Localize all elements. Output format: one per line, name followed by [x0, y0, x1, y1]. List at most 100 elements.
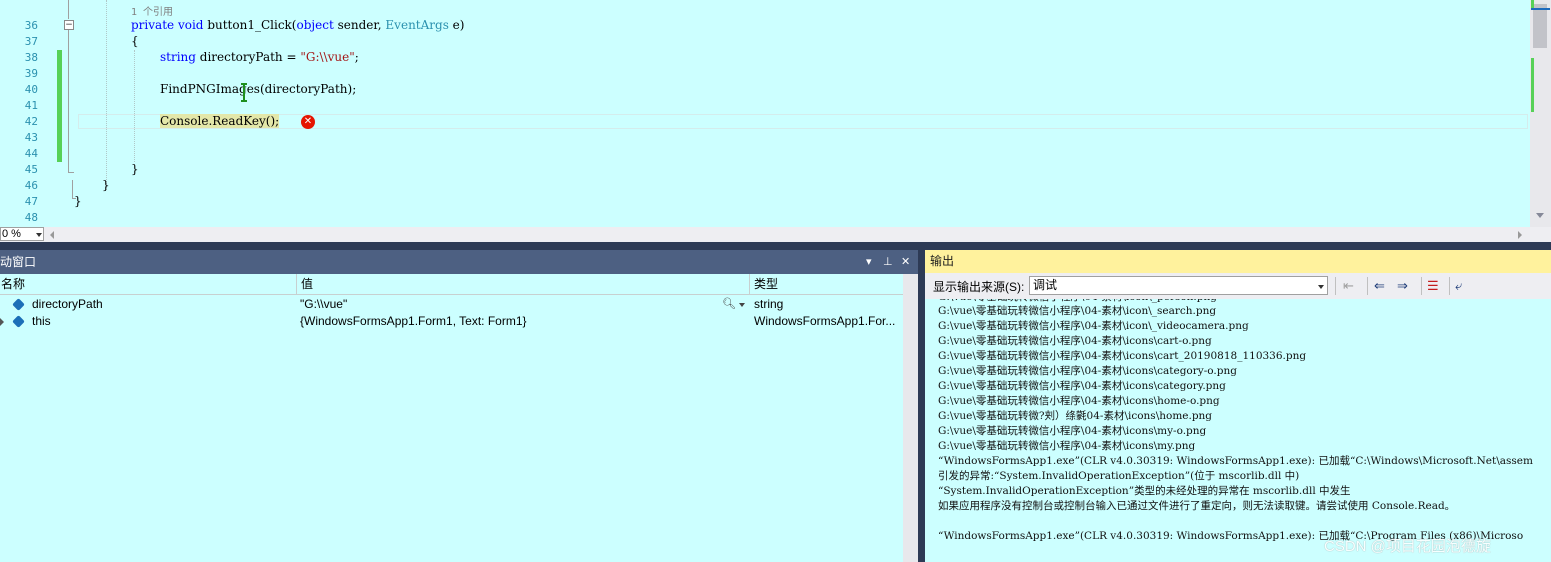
find-message-in-code-icon[interactable]: ⇤ — [1343, 278, 1354, 294]
variable-type: WindowsFormsApp1.For... — [754, 314, 896, 328]
column-divider[interactable] — [296, 274, 297, 294]
column-divider[interactable] — [749, 274, 750, 294]
output-line: G:\vue\零基础玩转微信小程序\04-素材\icons\cart-o.png — [938, 335, 1212, 347]
autos-title-bar[interactable]: 动窗口 ▾ ⊥ ✕ — [0, 250, 918, 274]
variable-value[interactable]: "G:\\vue" — [300, 296, 347, 313]
code-text: ; — [354, 50, 359, 64]
error-icon[interactable]: ✕ — [301, 115, 315, 129]
code-line-46: } — [102, 178, 110, 192]
change-tracking-bar — [57, 50, 62, 162]
code-keyword: private — [131, 18, 175, 32]
close-icon[interactable]: ✕ — [901, 250, 910, 274]
output-line: G:\vue\零基础玩转微信小程序\04-素材\icons\category.p… — [938, 380, 1226, 392]
output-line: G:\vue\零基础玩转微信小程序\04-素材\icons\category-o… — [938, 365, 1237, 377]
code-text: directoryPath = — [195, 50, 301, 64]
line-number: 39 — [24, 67, 38, 80]
chevron-down-icon[interactable] — [739, 303, 745, 307]
output-line: G:\vue\零基础玩转微信小程序\04-素材\icons\home-o.png — [938, 395, 1220, 407]
variable-value[interactable]: {WindowsFormsApp1.Form1, Text: Form1} — [300, 313, 527, 330]
autos-title: 动窗口 — [0, 255, 37, 269]
current-line-highlight — [78, 114, 1528, 129]
outline-guide — [68, 0, 69, 19]
chevron-down-icon[interactable] — [36, 233, 42, 237]
output-line: G:\vue\零基础玩转微信小程序\04-素材\icons\cart_20190… — [938, 350, 1307, 362]
watermark: CSDN @项目花园泡德旋 — [1324, 538, 1491, 555]
indent-guide — [134, 50, 135, 162]
line-number: 36 — [24, 19, 38, 32]
pane-splitter[interactable] — [0, 242, 1551, 250]
variable-name: this — [32, 314, 51, 328]
variable-type: string — [754, 297, 784, 311]
line-number: 43 — [24, 131, 38, 144]
autos-column-headers: 名称 值 类型 — [0, 274, 903, 295]
scrollbar-caret-marker — [1531, 8, 1550, 10]
autos-window: 动窗口 ▾ ⊥ ✕ 名称 值 类型 directoryPath "G:\\vue… — [0, 250, 918, 562]
output-source-select[interactable]: 调试 — [1029, 276, 1328, 295]
code-text: sender, — [333, 18, 386, 32]
outline-guide — [72, 180, 73, 198]
output-line: G:\vue\零基础玩转微信小程序\04-素材\icon\_videocamer… — [938, 320, 1249, 332]
line-number: 45 — [24, 163, 38, 176]
code-line-40: FindPNGImages(directoryPath); — [160, 82, 357, 96]
output-source-label: 显示输出来源(S): — [933, 280, 1025, 294]
column-header-name[interactable]: 名称 — [0, 274, 25, 294]
editor-scroll-thumb[interactable] — [1533, 4, 1547, 48]
table-row[interactable]: this {WindowsFormsApp1.Form1, Text: Form… — [0, 313, 903, 330]
pin-icon[interactable]: ⊥ — [883, 250, 893, 274]
method-signature: button1_Click( — [207, 18, 297, 32]
editor-horizontal-scrollbar[interactable] — [0, 227, 1551, 242]
clear-all-icon[interactable]: ☰ — [1427, 278, 1439, 294]
text-visualizer-icon[interactable]: 🔍︎ — [722, 296, 736, 313]
line-number: 37 — [24, 35, 38, 48]
word-wrap-icon[interactable]: ⤶ — [1455, 278, 1462, 294]
outline-guide-end — [68, 172, 74, 173]
line-number-gutter: 36 37 38 39 40 41 42 43 44 45 46 47 48 — [0, 0, 40, 227]
current-statement: Console.ReadKey(); — [160, 114, 280, 128]
output-title-bar[interactable]: 输出 — [925, 250, 1551, 273]
line-number: 46 — [24, 179, 38, 192]
go-to-next-icon[interactable]: ⇒ — [1397, 278, 1408, 294]
output-line: 如果应用程序没有控制台或控制台输入已通过文件进行了重定向，则无法读取键。请尝试使… — [938, 500, 1456, 512]
output-text-area[interactable]: G:\vue\零基础玩转微信小程序\04-素材\icon\_person.png… — [925, 299, 1551, 562]
pane-splitter[interactable] — [918, 250, 925, 562]
column-header-type[interactable]: 类型 — [753, 274, 778, 294]
output-line: 引发的异常:“System.InvalidOperationException”… — [938, 470, 1300, 482]
indent-guide — [106, 0, 107, 190]
scroll-down-arrow-icon[interactable] — [1536, 213, 1544, 218]
code-line-37: { — [131, 34, 139, 48]
code-line-36: private void button1_Click(object sender… — [131, 18, 464, 32]
column-header-value[interactable]: 值 — [300, 274, 313, 294]
scroll-right-arrow-icon[interactable] — [1518, 231, 1522, 239]
output-window: 输出 显示输出来源(S): 调试 ⇤ ⇐ ⇒ ☰ ⤶ G:\vue\零基础玩转微… — [925, 250, 1551, 562]
window-position-dropdown-icon[interactable]: ▾ — [866, 250, 872, 274]
chevron-down-icon[interactable] — [1318, 285, 1324, 289]
output-title: 输出 — [930, 254, 955, 268]
collapse-toggle[interactable]: − — [64, 20, 74, 30]
output-line: G:\vue\零基础玩转微信小程序\04-素材\icon\_search.png — [938, 305, 1217, 317]
code-line-38: string directoryPath = "G:\\vue"; — [160, 50, 359, 64]
code-editor[interactable]: 36 37 38 39 40 41 42 43 44 45 46 47 48 −… — [0, 0, 1551, 227]
code-text: e) — [448, 18, 465, 32]
line-number: 41 — [24, 99, 38, 112]
go-to-previous-icon[interactable]: ⇐ — [1374, 278, 1385, 294]
outline-guide — [68, 30, 69, 172]
line-number: 40 — [24, 83, 38, 96]
code-string: "G:\\vue" — [300, 50, 355, 64]
local-variable-icon — [12, 315, 25, 328]
expand-arrow-icon[interactable] — [0, 318, 4, 326]
output-toolbar: 显示输出来源(S): 调试 ⇤ ⇐ ⇒ ☰ ⤶ — [925, 273, 1551, 299]
toolbar-separator — [1335, 277, 1336, 295]
scrollbar-change-marker — [1531, 58, 1534, 112]
table-row[interactable]: directoryPath "G:\\vue" 🔍︎ string — [0, 296, 903, 313]
text-cursor-icon — [241, 83, 247, 102]
line-number: 38 — [24, 51, 38, 64]
output-line: G:\vue\零基础玩转微?刾）绦氋04-素材\icons\home.png — [938, 410, 1213, 422]
toolbar-separator — [1449, 277, 1450, 295]
line-number: 47 — [24, 195, 38, 208]
output-line: G:\vue\零基础玩转微信小程序\04-素材\icons\my-o.png — [938, 425, 1207, 437]
autos-vertical-scrollbar[interactable] — [903, 274, 918, 562]
output-line: G:\vue\零基础玩转微信小程序\04-素材\icons\my.png — [938, 440, 1196, 452]
reference-count-hint[interactable]: 1 个引用 — [131, 3, 173, 18]
code-keyword: string — [160, 50, 196, 64]
scroll-left-arrow-icon[interactable] — [50, 231, 54, 239]
